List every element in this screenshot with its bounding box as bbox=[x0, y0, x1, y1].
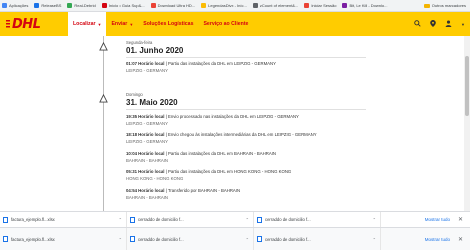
nav-item-solucoes-logisticas[interactable]: Soluções Logísticas bbox=[138, 12, 198, 36]
logo-stripes-icon bbox=[6, 20, 10, 28]
site-header: DHL Localizar ▼ Enviar ▼ Soluções Logístic… bbox=[0, 12, 470, 36]
divider bbox=[126, 109, 366, 110]
chevron-up-icon[interactable]: ⌃ bbox=[119, 237, 122, 242]
file-icon bbox=[257, 236, 262, 242]
tracking-event: 04:54 Horário local | Transferido por BA… bbox=[126, 188, 241, 200]
nav-item-localizar[interactable]: Localizar ▼ bbox=[68, 12, 107, 36]
chevron-down-icon: ▼ bbox=[129, 21, 134, 27]
location-icon[interactable] bbox=[430, 19, 436, 29]
bookmark-favicon-icon bbox=[252, 3, 258, 8]
bookmarks-bar: Aplicações ReleaseBS Real-Debrid Início … bbox=[0, 0, 470, 12]
other-bookmarks-folder[interactable]: Outros marcadores bbox=[423, 3, 470, 8]
download-item[interactable]: factura_ejemplo.fl...xlsx ⌃ bbox=[0, 212, 127, 227]
tracking-event: 01:07 Horário local | Partiu das instala… bbox=[126, 61, 276, 73]
day-header: Segunda-feira 01. Junho 2020 bbox=[126, 40, 184, 55]
bookmark-item[interactable]: Bit, Le Kill - Downlo... bbox=[342, 3, 387, 8]
tracking-timeline: Segunda-feira 01. Junho 2020 01:07 Horár… bbox=[95, 36, 367, 211]
downloads-bar: factura_ejemplo.fl...xlsx ⌃ cerraddo de … bbox=[0, 211, 470, 227]
chevron-up-icon[interactable]: ⌃ bbox=[119, 217, 122, 222]
tracking-event: 10:04 Horário local | Partiu das instala… bbox=[126, 151, 276, 163]
tracking-event: 18:18 Horário local | Envio chegou às in… bbox=[126, 132, 317, 144]
tracking-event: 05:31 Horário local | Partiu das instala… bbox=[126, 169, 292, 181]
timeline-arrow-icon bbox=[99, 94, 108, 103]
bookmark-favicon-icon bbox=[67, 3, 73, 8]
download-item[interactable]: cerraddo de domicilio f... ⌃ bbox=[127, 212, 254, 227]
timeline-line bbox=[103, 36, 104, 211]
bookmark-favicon-icon bbox=[304, 3, 310, 8]
chevron-up-icon[interactable]: ⌃ bbox=[373, 237, 376, 242]
download-item[interactable]: cerraddo de domicilio f... ⌃ bbox=[127, 228, 254, 250]
bookmark-favicon-icon bbox=[101, 3, 107, 8]
download-item[interactable]: cerraddo de domicilio f... ⌃ bbox=[254, 212, 381, 227]
user-icon[interactable] bbox=[445, 20, 452, 29]
bookmark-item[interactable]: Real-Debrid bbox=[67, 3, 96, 8]
scrollbar-thumb[interactable] bbox=[465, 56, 469, 116]
bookmark-item[interactable]: Início • Guia Sup&... bbox=[101, 3, 145, 8]
folder-icon bbox=[423, 3, 430, 8]
chevron-up-icon[interactable]: ⌃ bbox=[246, 237, 249, 242]
bookmark-favicon-icon bbox=[342, 3, 348, 8]
bookmark-item[interactable]: Download Ultra HD... bbox=[150, 3, 195, 8]
dhl-logo[interactable]: DHL bbox=[6, 17, 41, 32]
download-item[interactable]: factura_ejemplo.fl...xlsx ⌃ bbox=[0, 228, 127, 250]
page-scrollbar[interactable] bbox=[464, 36, 470, 211]
nav-item-servico-cliente[interactable]: Serviço ao Cliente bbox=[198, 12, 253, 36]
close-icon[interactable]: ✕ bbox=[458, 216, 463, 223]
divider bbox=[126, 57, 366, 58]
file-icon bbox=[3, 216, 8, 223]
download-item[interactable]: cerraddo de domicilio f... ⌃ bbox=[254, 228, 381, 250]
apps-icon bbox=[2, 3, 7, 8]
bookmark-item[interactable]: LegendasDivx - Iníc... bbox=[201, 3, 247, 8]
header-actions: ▼ bbox=[414, 12, 470, 36]
bookmark-item[interactable]: ReleaseBS bbox=[34, 3, 61, 8]
nav-item-enviar[interactable]: Enviar ▼ bbox=[106, 12, 138, 36]
bookmark-item[interactable]: Iniciar Sessão bbox=[304, 3, 336, 8]
chevron-down-icon[interactable]: ▼ bbox=[461, 22, 465, 27]
bookmark-item[interactable]: Aplicações bbox=[2, 3, 28, 8]
search-icon[interactable] bbox=[414, 19, 421, 29]
main-nav: Localizar ▼ Enviar ▼ Soluções Logísticas S… bbox=[68, 12, 253, 36]
bookmark-item[interactable]: zCount of element&... bbox=[252, 3, 298, 8]
timeline-arrow-icon bbox=[99, 42, 108, 51]
file-icon bbox=[3, 236, 8, 242]
bookmark-favicon-icon bbox=[34, 3, 40, 8]
show-all-downloads-button[interactable]: Mostrar tudo bbox=[425, 217, 450, 222]
chevron-up-icon[interactable]: ⌃ bbox=[246, 217, 249, 222]
file-icon bbox=[130, 216, 135, 223]
close-icon[interactable]: ✕ bbox=[458, 236, 463, 243]
chevron-down-icon: ▼ bbox=[97, 21, 102, 27]
downloads-bar: factura_ejemplo.fl...xlsx ⌃ cerraddo de … bbox=[0, 227, 470, 250]
tracking-event: 19:35 Horário local | Envio processado n… bbox=[126, 114, 299, 126]
file-icon bbox=[257, 216, 262, 223]
day-header: Domingo 31. Maio 2020 bbox=[126, 92, 178, 107]
file-icon bbox=[130, 236, 135, 242]
bookmark-favicon-icon bbox=[201, 3, 207, 8]
bookmark-favicon-icon bbox=[150, 3, 156, 8]
show-all-downloads-button[interactable]: Mostrar tudo bbox=[425, 237, 450, 242]
chevron-up-icon[interactable]: ⌃ bbox=[373, 217, 376, 222]
